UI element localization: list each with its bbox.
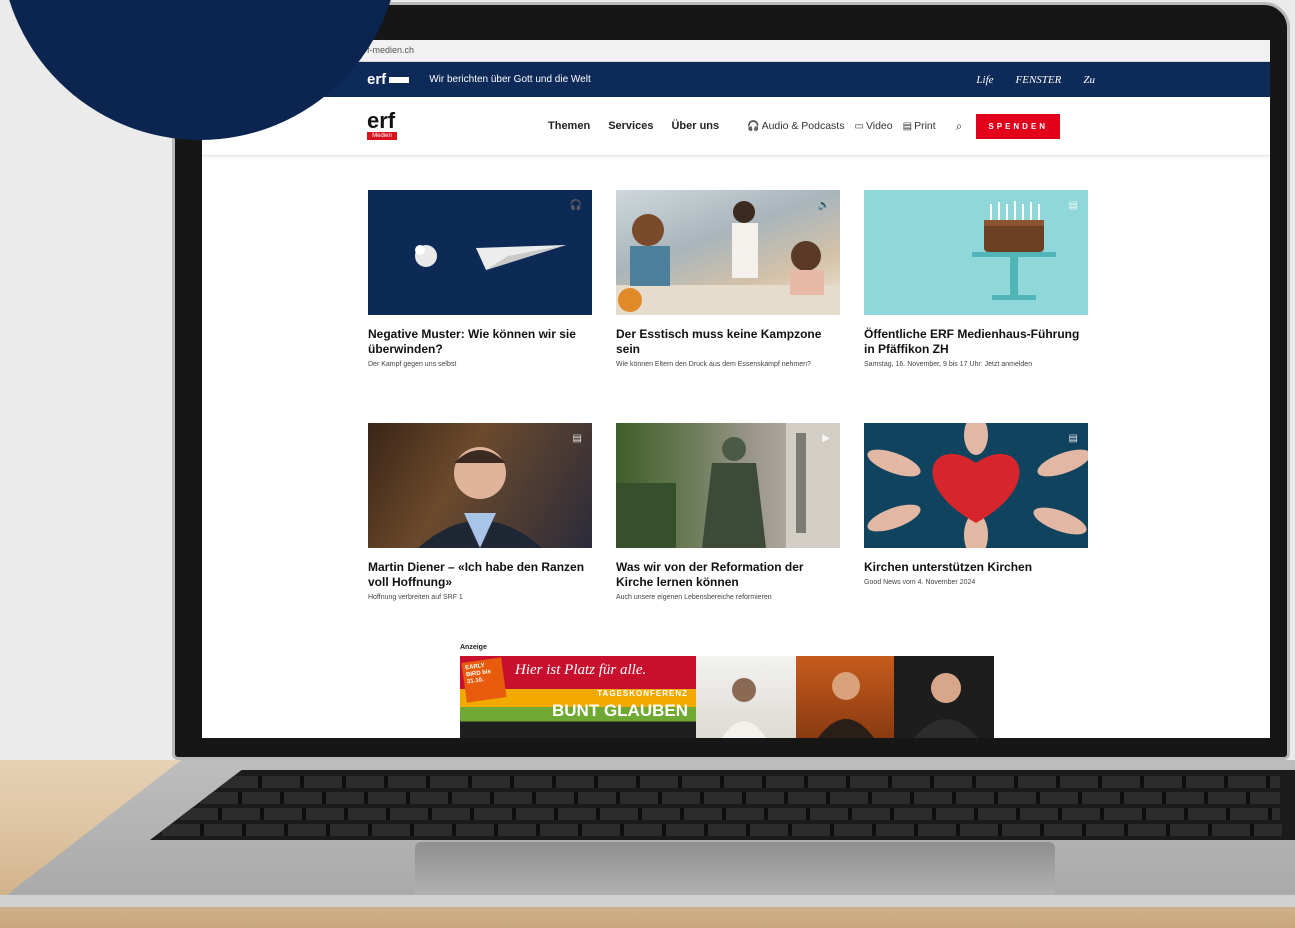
partner-logos: Life FENSTER Zu bbox=[976, 74, 1095, 86]
article-thumbnail[interactable]: ▤ bbox=[368, 423, 592, 548]
article-title[interactable]: Öffentliche ERF Medienhaus-Führung in Pf… bbox=[864, 327, 1088, 357]
document-icon: ▤ bbox=[1068, 433, 1078, 444]
partner-logo-life[interactable]: Life bbox=[976, 74, 993, 86]
headphones-icon: 🎧 bbox=[747, 121, 760, 132]
statue-photo bbox=[616, 423, 840, 548]
laptop-front-edge bbox=[0, 895, 1295, 907]
early-bird-badge: EARLY BIRD bis 31.10. bbox=[461, 657, 507, 703]
article-title[interactable]: Der Esstisch muss keine Kampzone sein bbox=[616, 327, 840, 357]
media-links: 🎧 Audio & Podcasts ▭ Video ▤ Print bbox=[747, 120, 936, 132]
headphones-icon: 🎧 bbox=[569, 200, 582, 211]
laptop-keyboard bbox=[150, 770, 1295, 840]
paper-plane-illustration bbox=[415, 245, 566, 270]
search-icon[interactable]: ⌕ bbox=[956, 119, 963, 134]
document-icon: ▤ bbox=[572, 433, 582, 444]
document-icon: ▤ bbox=[902, 121, 913, 132]
article-card[interactable]: ▤ Martin Diener – «Ich habe den Ranzen v… bbox=[368, 423, 592, 603]
hands-heart-photo bbox=[867, 423, 1088, 548]
browser-viewport: https://erf-medien.ch erf Wir berichten … bbox=[202, 40, 1270, 738]
article-title[interactable]: Kirchen unterstützen Kirchen bbox=[864, 560, 1088, 575]
top-brand-band: erf Wir berichten über Gott und die Welt… bbox=[202, 62, 1270, 97]
birthday-cake-photo bbox=[972, 201, 1056, 300]
advertisement-banner[interactable]: EARLY BIRD bis 31.10. Hier ist Platz für… bbox=[460, 656, 994, 738]
document-icon: ▤ bbox=[1068, 200, 1078, 211]
monitor-icon: ▭ bbox=[854, 121, 864, 132]
donate-button[interactable]: SPENDEN bbox=[976, 113, 1061, 139]
laptop-trackpad bbox=[415, 842, 1055, 900]
nav-item-ueber-uns[interactable]: Über uns bbox=[671, 120, 719, 132]
main-navigation: erf Medien Themen Services Über uns 🎧 Aud… bbox=[202, 97, 1270, 156]
article-subtitle: Auch unsere eigenen Lebensbereiche refor… bbox=[616, 594, 772, 601]
ad-speaker-photo bbox=[796, 656, 894, 738]
article-thumbnail[interactable]: 🎧 bbox=[368, 190, 592, 315]
article-title[interactable]: Martin Diener – «Ich habe den Ranzen vol… bbox=[368, 560, 592, 590]
article-card[interactable]: 🎧 Negative Muster: Wie können wir sie üb… bbox=[368, 190, 592, 370]
ad-conference-panel[interactable]: EARLY BIRD bis 31.10. Hier ist Platz für… bbox=[460, 656, 696, 738]
article-subtitle: Der Kampf gegen uns selbst bbox=[368, 361, 457, 368]
article-card[interactable]: 🔊 Der Esstisch muss keine Kampzone sein … bbox=[616, 190, 840, 370]
article-thumbnail[interactable]: ▶ bbox=[616, 423, 840, 548]
article-card[interactable]: ▤ Kirchen unterstützen Kirchen Good News… bbox=[864, 423, 1088, 588]
primary-menu: Themen Services Über uns bbox=[548, 120, 719, 132]
article-subtitle: Hoffnung verbreiten auf SRF 1 bbox=[368, 594, 463, 601]
erf-mini-logo[interactable]: erf bbox=[367, 71, 410, 88]
erf-medien-logo[interactable]: erf Medien bbox=[367, 110, 403, 140]
speaker-icon: 🔊 bbox=[817, 200, 830, 211]
article-title[interactable]: Was wir von der Reformation der Kirche l… bbox=[616, 560, 840, 590]
article-thumbnail[interactable]: ▤ bbox=[864, 190, 1088, 315]
article-title[interactable]: Negative Muster: Wie können wir sie über… bbox=[368, 327, 592, 357]
nav-item-video[interactable]: ▭ Video bbox=[854, 120, 892, 132]
ad-speaker-photo bbox=[696, 656, 796, 738]
article-subtitle: Good News vom 4. November 2024 bbox=[864, 579, 976, 586]
partner-logo-zu[interactable]: Zu bbox=[1083, 74, 1095, 86]
brand-tagline: Wir berichten über Gott und die Welt bbox=[429, 74, 591, 85]
ad-slogan: Hier ist Platz für alle. bbox=[515, 662, 647, 678]
article-thumbnail[interactable]: ▤ bbox=[864, 423, 1088, 548]
ad-conference-label: TAGESKONFERENZ bbox=[597, 689, 688, 698]
article-card[interactable]: ▶ Was wir von der Reformation der Kirche… bbox=[616, 423, 840, 603]
article-subtitle: Wie können Eltern den Druck aus dem Esse… bbox=[616, 361, 811, 368]
nav-item-services[interactable]: Services bbox=[608, 120, 653, 132]
portrait-photo bbox=[418, 447, 542, 548]
article-thumbnail[interactable]: 🔊 bbox=[616, 190, 840, 315]
ad-speaker-photo bbox=[894, 656, 994, 738]
article-card[interactable]: ▤ Öffentliche ERF Medienhaus-Führung in … bbox=[864, 190, 1088, 370]
nav-item-audio[interactable]: 🎧 Audio & Podcasts bbox=[747, 120, 844, 132]
family-dinner-photo bbox=[616, 201, 840, 315]
article-subtitle: Samstag, 16. November, 9 bis 17 Uhr: Jet… bbox=[864, 361, 1033, 368]
nav-item-themen[interactable]: Themen bbox=[548, 120, 590, 132]
ad-title: BUNT GLAUBEN bbox=[552, 701, 688, 720]
nav-item-print[interactable]: ▤ Print bbox=[903, 120, 936, 132]
ad-label: Anzeige bbox=[460, 644, 487, 651]
partner-logo-fenster[interactable]: FENSTER bbox=[1016, 74, 1062, 86]
play-icon: ▶ bbox=[822, 433, 830, 444]
